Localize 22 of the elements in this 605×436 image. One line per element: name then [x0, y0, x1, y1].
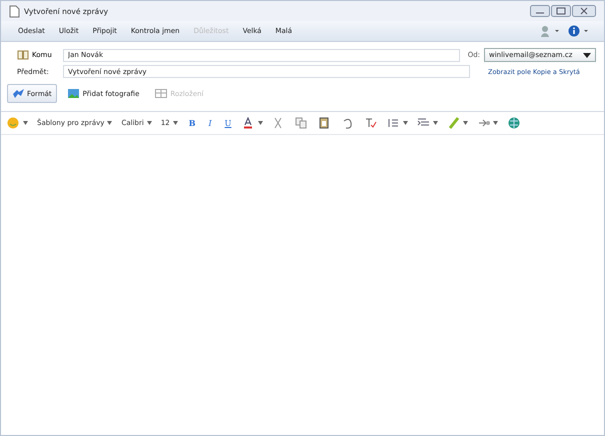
caret-icon	[583, 52, 591, 58]
photo-icon	[68, 88, 81, 99]
toolbar-icon[interactable]	[7, 117, 28, 129]
caret-icon	[172, 121, 178, 125]
maximize-icon[interactable]	[551, 5, 571, 17]
caret-icon	[107, 121, 112, 125]
format-button[interactable]: U	[222, 118, 234, 128]
toolbar-icon[interactable]	[477, 117, 498, 129]
address-book-icon	[17, 50, 29, 60]
toolbar-icon[interactable]	[242, 117, 264, 129]
layout-icon	[155, 88, 168, 99]
document-icon	[9, 4, 20, 18]
format-button[interactable]: B	[186, 118, 198, 128]
minimize-icon[interactable]	[530, 5, 550, 17]
format-button[interactable]: I	[206, 118, 214, 128]
close-icon[interactable]	[572, 5, 596, 17]
brush-icon	[12, 88, 25, 99]
toolbar-icon[interactable]	[364, 117, 378, 129]
caret-icon	[146, 121, 152, 125]
toolbar-icon[interactable]	[387, 117, 408, 129]
toolbar-icon[interactable]	[447, 117, 468, 129]
help-icon[interactable]	[568, 25, 590, 37]
